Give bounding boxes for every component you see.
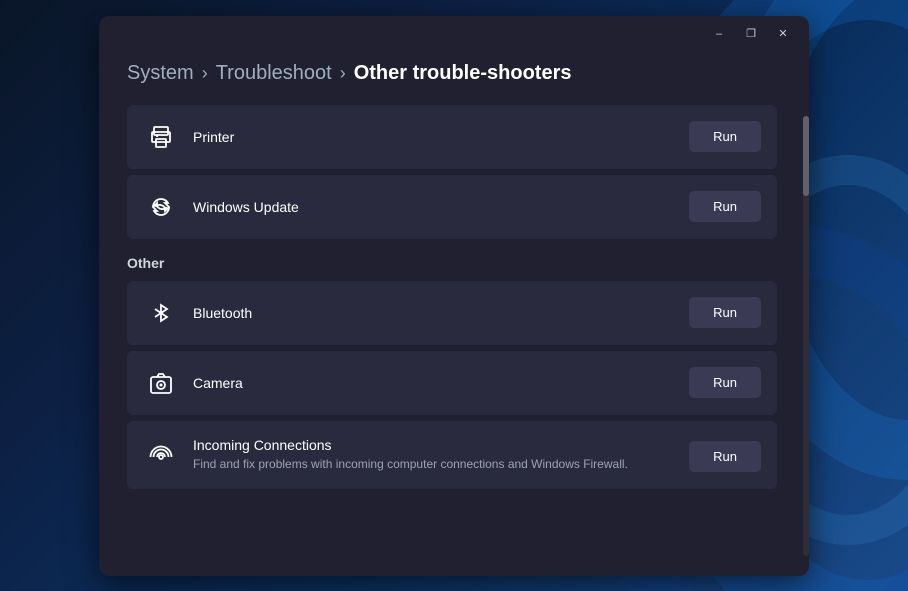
printer-item-text: Printer [193,129,673,145]
windows-update-item-text: Windows Update [193,199,673,215]
list-item: Printer Run [127,105,777,169]
title-bar: – ❐ ✕ [99,16,809,52]
scrollbar[interactable] [803,116,809,556]
breadcrumb-troubleshoot[interactable]: Troubleshoot [216,62,332,85]
bluetooth-item-text: Bluetooth [193,305,673,321]
list-item: Incoming Connections Find and fix proble… [127,421,777,489]
printer-run-button[interactable]: Run [689,121,761,152]
windows-update-title: Windows Update [193,199,673,215]
bluetooth-icon [143,295,179,331]
minimize-button[interactable]: – [705,24,733,44]
list-item: Bluetooth Run [127,281,777,345]
incoming-connections-desc: Find and fix problems with incoming comp… [193,456,673,473]
maximize-button[interactable]: ❐ [737,24,765,44]
bluetooth-run-button[interactable]: Run [689,297,761,328]
incoming-connections-run-button[interactable]: Run [689,441,761,472]
breadcrumb-separator-1: › [202,63,208,84]
update-icon [143,189,179,225]
camera-icon [143,365,179,401]
camera-run-button[interactable]: Run [689,367,761,398]
close-button[interactable]: ✕ [769,24,797,44]
breadcrumb: System › Troubleshoot › Other trouble-sh… [127,62,781,85]
breadcrumb-system[interactable]: System [127,62,194,85]
window-controls: – ❐ ✕ [705,24,797,44]
incoming-connections-title: Incoming Connections [193,437,673,453]
section-other-label: Other [127,255,777,271]
list-item: Camera Run [127,351,777,415]
windows-update-run-button[interactable]: Run [689,191,761,222]
content-area: System › Troubleshoot › Other trouble-sh… [99,52,809,576]
breadcrumb-separator-2: › [340,63,346,84]
camera-title: Camera [193,375,673,391]
bluetooth-title: Bluetooth [193,305,673,321]
network-icon [143,439,179,475]
printer-title: Printer [193,129,673,145]
printer-icon [143,119,179,155]
settings-window: – ❐ ✕ System › Troubleshoot › Other trou… [99,16,809,576]
incoming-connections-item-text: Incoming Connections Find and fix proble… [193,437,673,473]
troubleshooters-list[interactable]: Printer Run Windows Update Run Other [127,105,781,556]
scrollbar-thumb[interactable] [803,116,809,196]
camera-item-text: Camera [193,375,673,391]
breadcrumb-current: Other trouble-shooters [354,62,572,85]
list-item: Windows Update Run [127,175,777,239]
